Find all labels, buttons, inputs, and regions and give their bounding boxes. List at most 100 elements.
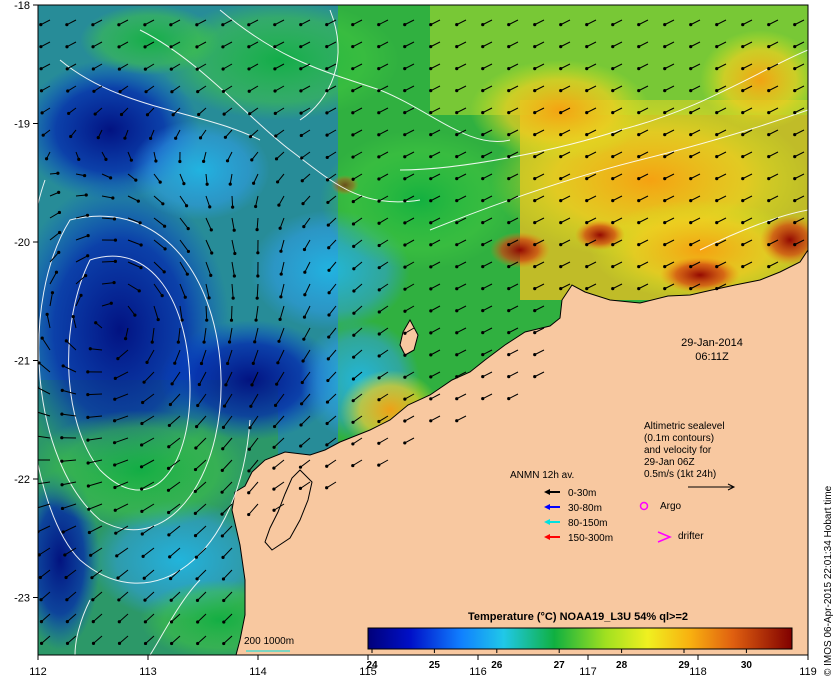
velocity-arrow-head: [689, 111, 693, 115]
velocity-arrow-head: [196, 641, 200, 646]
velocity-arrow-head: [170, 90, 174, 94]
velocity-arrow-head: [455, 133, 459, 137]
velocity-arrow-head: [741, 177, 745, 181]
velocity-arrow-head: [637, 155, 641, 159]
velocity-arrow-head: [275, 180, 280, 184]
velocity-arrow-head: [715, 243, 719, 247]
velocity-arrow-head: [44, 157, 49, 161]
velocity-arrow-head: [143, 45, 147, 49]
velocity-arrow-head: [533, 199, 537, 203]
velocity-arrow-head: [186, 249, 191, 254]
velocity-arrow-head: [252, 181, 256, 185]
velocity-arrow-head: [302, 315, 307, 319]
velocity-arrow-head: [65, 45, 69, 49]
velocity-arrow-head: [273, 23, 277, 27]
velocity-arrow-head: [56, 171, 60, 175]
velocity-arrow-head: [455, 111, 459, 115]
velocity-arrow-head: [585, 133, 589, 137]
velocity-arrow-head: [715, 221, 719, 225]
velocity-arrow-head: [247, 491, 251, 495]
velocity-arrow-head: [248, 135, 253, 139]
velocity-arrow-head: [611, 133, 615, 137]
velocity-arrow-head: [77, 157, 81, 161]
velocity-arrow-head: [793, 23, 797, 27]
velocity-arrow-head: [169, 45, 173, 49]
velocity-arrow-head: [220, 490, 224, 494]
velocity-arrow-head: [455, 265, 459, 269]
velocity-arrow-head: [325, 45, 329, 49]
velocity-arrow-head: [298, 465, 303, 469]
velocity-arrow-head: [455, 155, 459, 159]
velocity-arrow-head: [637, 133, 641, 137]
velocity-arrow-head: [429, 89, 433, 93]
velocity-arrow-head: [114, 531, 118, 535]
velocity-arrow-head: [228, 182, 232, 186]
velocity-arrow-head: [377, 419, 381, 424]
velocity-arrow-head: [40, 111, 44, 115]
velocity-arrow-head: [222, 641, 226, 646]
altimetry-line-1: Altimetric sealevel: [644, 421, 725, 432]
velocity-arrow-head: [255, 296, 259, 300]
velocity-arrow-head: [637, 45, 641, 49]
velocity-arrow-head: [183, 295, 187, 299]
velocity-arrow-head: [637, 89, 641, 93]
velocity-arrow-head: [278, 317, 282, 321]
velocity-arrow-head: [277, 339, 281, 343]
velocity-arrow-head: [351, 155, 355, 159]
velocity-arrow-head: [559, 177, 563, 181]
velocity-arrow-head: [186, 227, 190, 231]
velocity-arrow-head: [93, 112, 97, 116]
velocity-arrow-head: [585, 67, 589, 71]
velocity-arrow-head: [429, 375, 433, 379]
velocity-arrow-head: [113, 397, 117, 401]
velocity-arrow-head: [403, 243, 407, 247]
velocity-arrow-head: [741, 243, 745, 247]
velocity-arrow-head: [611, 221, 615, 225]
map-time: 06:11Z: [695, 351, 729, 363]
velocity-arrow-head: [232, 274, 236, 278]
velocity-arrow-head: [116, 356, 120, 361]
velocity-arrow-head: [79, 293, 83, 297]
velocity-arrow-head: [141, 400, 145, 405]
velocity-arrow-head: [197, 382, 201, 387]
velocity-arrow-head: [86, 254, 90, 258]
velocity-arrow-head: [326, 378, 330, 383]
velocity-arrow-head: [193, 467, 198, 472]
velocity-arrow-head: [299, 423, 303, 427]
velocity-arrow-head: [351, 199, 355, 204]
velocity-arrow-head: [222, 598, 226, 603]
velocity-arrow-head: [220, 468, 224, 472]
velocity-arrow-head: [689, 23, 693, 27]
velocity-arrow-head: [481, 133, 485, 137]
velocity-arrow-head: [585, 265, 589, 269]
velocity-arrow-head: [689, 67, 693, 71]
velocity-arrow-head: [352, 244, 356, 248]
velocity-arrow-head: [195, 67, 199, 71]
velocity-arrow-head: [533, 309, 537, 313]
velocity-arrow-head: [171, 113, 175, 117]
velocity-arrow-head: [533, 243, 537, 247]
velocity-arrow-head: [715, 265, 719, 269]
velocity-arrow-head: [170, 382, 174, 386]
velocity-arrow-head: [90, 576, 94, 580]
velocity-arrow-head: [351, 111, 355, 115]
velocity-arrow-head: [325, 67, 329, 71]
velocity-arrow-head: [117, 641, 122, 645]
colorbar-tick-label: 29: [678, 660, 690, 671]
velocity-arrow-head: [145, 360, 149, 364]
velocity-arrow-head: [455, 287, 459, 291]
velocity-arrow-head: [689, 177, 693, 181]
velocity-arrow-head: [559, 265, 563, 269]
velocity-arrow-head: [182, 181, 186, 186]
velocity-arrow-head: [65, 620, 69, 624]
velocity-arrow-head: [377, 89, 381, 93]
lon-tick-label: 112: [29, 666, 47, 678]
velocity-arrow-head: [611, 111, 615, 115]
velocity-arrow-head: [34, 482, 37, 485]
velocity-arrow-head: [210, 251, 214, 255]
velocity-arrow-head: [231, 205, 235, 209]
velocity-arrow-head: [113, 259, 117, 263]
legend-label: 0-30m: [568, 488, 596, 499]
velocity-arrow-head: [167, 445, 171, 449]
velocity-arrow-head: [429, 155, 433, 159]
